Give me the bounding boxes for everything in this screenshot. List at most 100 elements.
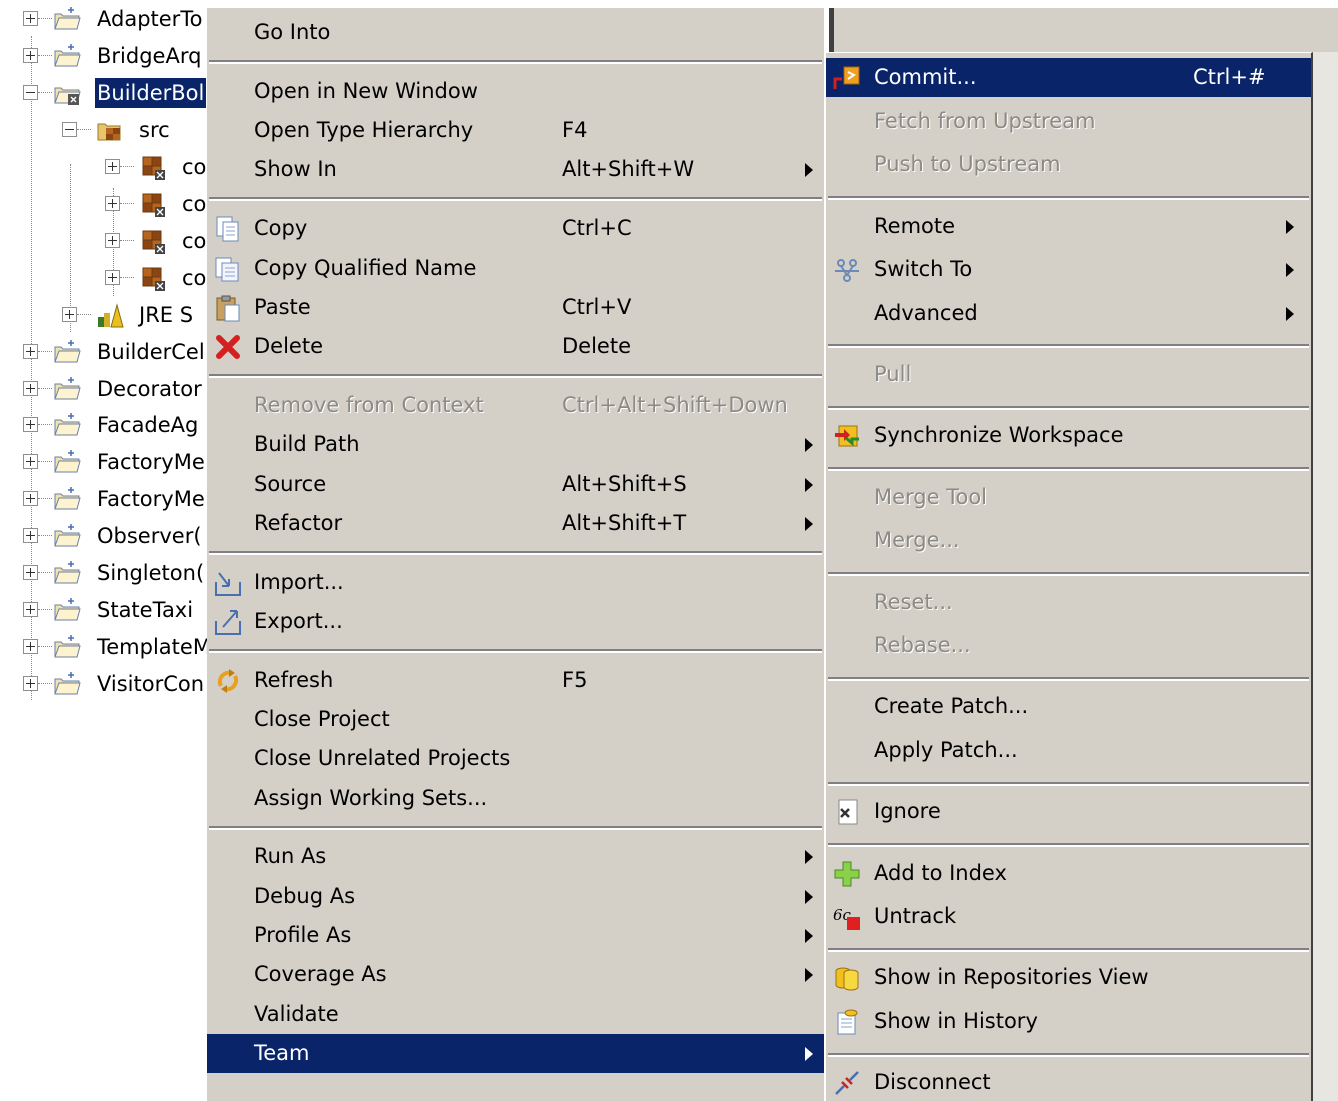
menu-item-delete[interactable]: Delete Delete: [207, 327, 824, 366]
menu-item-close-unrelated-projects[interactable]: Close Unrelated Projects: [207, 739, 824, 778]
menu-item-copy[interactable]: Copy Ctrl+C: [207, 209, 824, 248]
menu-item-label: Refactor: [254, 511, 343, 535]
expand-icon[interactable]: [105, 196, 120, 211]
tree-item[interactable]: co: [0, 149, 210, 185]
menu-item-label: Profile As: [254, 923, 352, 947]
tree-item[interactable]: FacadeAg: [0, 407, 210, 443]
menu-item-close-project[interactable]: Close Project: [207, 700, 824, 739]
expand-icon[interactable]: [23, 565, 38, 580]
submenu-item-show-in-history[interactable]: Show in History: [826, 1002, 1311, 1041]
expand-icon[interactable]: [23, 491, 38, 506]
menu-item-shortcut: Alt+Shift+S: [562, 472, 687, 496]
menu-item-paste[interactable]: Paste Ctrl+V: [207, 288, 824, 327]
tree-item[interactable]: BuilderCel: [0, 334, 210, 370]
tree-dotted-line: [77, 129, 91, 130]
submenu-item-disconnect[interactable]: Disconnect: [826, 1063, 1311, 1101]
expand-icon[interactable]: [23, 417, 38, 432]
menu-item-refresh[interactable]: Refresh F5: [207, 661, 824, 700]
tree-item[interactable]: TemplateM: [0, 629, 211, 665]
menu-item-open-in-new-window[interactable]: Open in New Window: [207, 72, 824, 111]
tree-dotted-line: [120, 277, 134, 278]
menu-separator: [828, 467, 1309, 471]
expand-icon[interactable]: [23, 639, 38, 654]
submenu-item-synchronize-workspace[interactable]: Synchronize Workspace: [826, 416, 1311, 455]
expand-icon[interactable]: [105, 270, 120, 285]
collapse-icon[interactable]: [23, 85, 38, 100]
tree-dotted-line: [38, 18, 52, 19]
menu-item-validate[interactable]: Validate: [207, 995, 824, 1034]
tree-item[interactable]: BridgeArq: [0, 38, 210, 74]
tree-item[interactable]: BuilderBol: [0, 75, 210, 111]
tree-item[interactable]: JRE S: [0, 297, 210, 333]
submenu-item-merge-tool: Merge Tool: [826, 478, 1311, 517]
menu-item-import[interactable]: Import...: [207, 563, 824, 602]
submenu-item-apply-patch[interactable]: Apply Patch...: [826, 731, 1311, 770]
submenu-item-create-patch[interactable]: Create Patch...: [826, 687, 1311, 726]
tree-item[interactable]: Singleton(: [0, 555, 210, 591]
menu-item-copy-qualified-name[interactable]: Copy Qualified Name: [207, 249, 824, 288]
expand-icon[interactable]: [105, 233, 120, 248]
menu-item-label: Fetch from Upstream: [874, 109, 1096, 133]
tree-item[interactable]: AdapterTo: [0, 1, 210, 37]
menu-item-profile-as[interactable]: Profile As: [207, 916, 824, 955]
tree-item[interactable]: FactoryMe: [0, 481, 210, 517]
tree-item[interactable]: co: [0, 260, 210, 296]
menu-item-go-into[interactable]: Go Into: [207, 13, 824, 52]
collapse-icon[interactable]: [62, 122, 77, 137]
tree-item[interactable]: co: [0, 186, 210, 222]
menu-item-label: Assign Working Sets...: [254, 786, 488, 810]
tree-item[interactable]: VisitorCon: [0, 666, 210, 702]
menu-item-team[interactable]: Team: [207, 1034, 824, 1073]
expand-icon[interactable]: [23, 381, 38, 396]
expand-icon[interactable]: [105, 159, 120, 174]
expand-icon[interactable]: [23, 11, 38, 26]
menu-separator: [828, 948, 1309, 952]
expand-icon[interactable]: [23, 676, 38, 691]
menu-separator: [209, 826, 822, 830]
menu-item-assign-working-sets[interactable]: Assign Working Sets...: [207, 779, 824, 818]
submenu-item-untrack[interactable]: 6c Untrack: [826, 897, 1311, 936]
tree-item[interactable]: FactoryMe: [0, 444, 210, 480]
menu-item-debug-as[interactable]: Debug As: [207, 877, 824, 916]
submenu-item-advanced[interactable]: Advanced: [826, 294, 1311, 333]
expand-icon[interactable]: [23, 48, 38, 63]
submenu-item-commit[interactable]: Commit... Ctrl+#: [826, 58, 1311, 97]
tree-dotted-line: [38, 683, 52, 684]
submenu-item-ignore[interactable]: Ignore: [826, 792, 1311, 831]
expand-icon[interactable]: [23, 344, 38, 359]
menu-item-label: Pull: [874, 362, 912, 386]
expand-icon[interactable]: [62, 307, 77, 322]
tree-item[interactable]: Decorator: [0, 371, 210, 407]
tree-item[interactable]: src: [0, 112, 210, 148]
menu-item-shortcut: Alt+Shift+T: [562, 511, 687, 535]
synchronize-icon: [832, 421, 862, 451]
submenu-item-remote[interactable]: Remote: [826, 207, 1311, 246]
menu-item-source[interactable]: Source Alt+Shift+S: [207, 465, 824, 504]
tree-item[interactable]: Observer(: [0, 518, 210, 554]
submenu-item-rebase: Rebase...: [826, 626, 1311, 665]
menu-item-label: Team: [254, 1041, 310, 1065]
menu-item-label: Source: [254, 472, 327, 496]
menu-item-open-type-hierarchy[interactable]: Open Type Hierarchy F4: [207, 111, 824, 150]
expand-icon[interactable]: [23, 454, 38, 469]
expand-icon[interactable]: [23, 602, 38, 617]
menu-item-run-as[interactable]: Run As: [207, 837, 824, 876]
menu-item-refactor[interactable]: Refactor Alt+Shift+T: [207, 504, 824, 543]
project-folder-icon: [53, 411, 81, 439]
submenu-item-add-to-index[interactable]: Add to Index: [826, 854, 1311, 893]
menu-item-build-path[interactable]: Build Path: [207, 425, 824, 464]
submenu-item-switch-to[interactable]: Switch To: [826, 250, 1311, 289]
menu-item-export[interactable]: Export...: [207, 602, 824, 641]
add-to-index-icon: [832, 859, 862, 889]
menu-item-show-in[interactable]: Show In Alt+Shift+W: [207, 150, 824, 189]
tree-item[interactable]: StateTaxi: [0, 592, 210, 628]
package-icon: [139, 153, 167, 181]
copy-qualified-name-icon: [213, 254, 243, 284]
tree-item-label: co: [182, 229, 207, 253]
repositories-view-icon: [832, 963, 862, 993]
tree-item[interactable]: co: [0, 223, 210, 259]
menu-item-coverage-as[interactable]: Coverage As: [207, 955, 824, 994]
submenu-item-show-in-repositories-view[interactable]: Show in Repositories View: [826, 958, 1311, 997]
expand-icon[interactable]: [23, 528, 38, 543]
tree-item-label: FactoryMe: [97, 487, 205, 511]
